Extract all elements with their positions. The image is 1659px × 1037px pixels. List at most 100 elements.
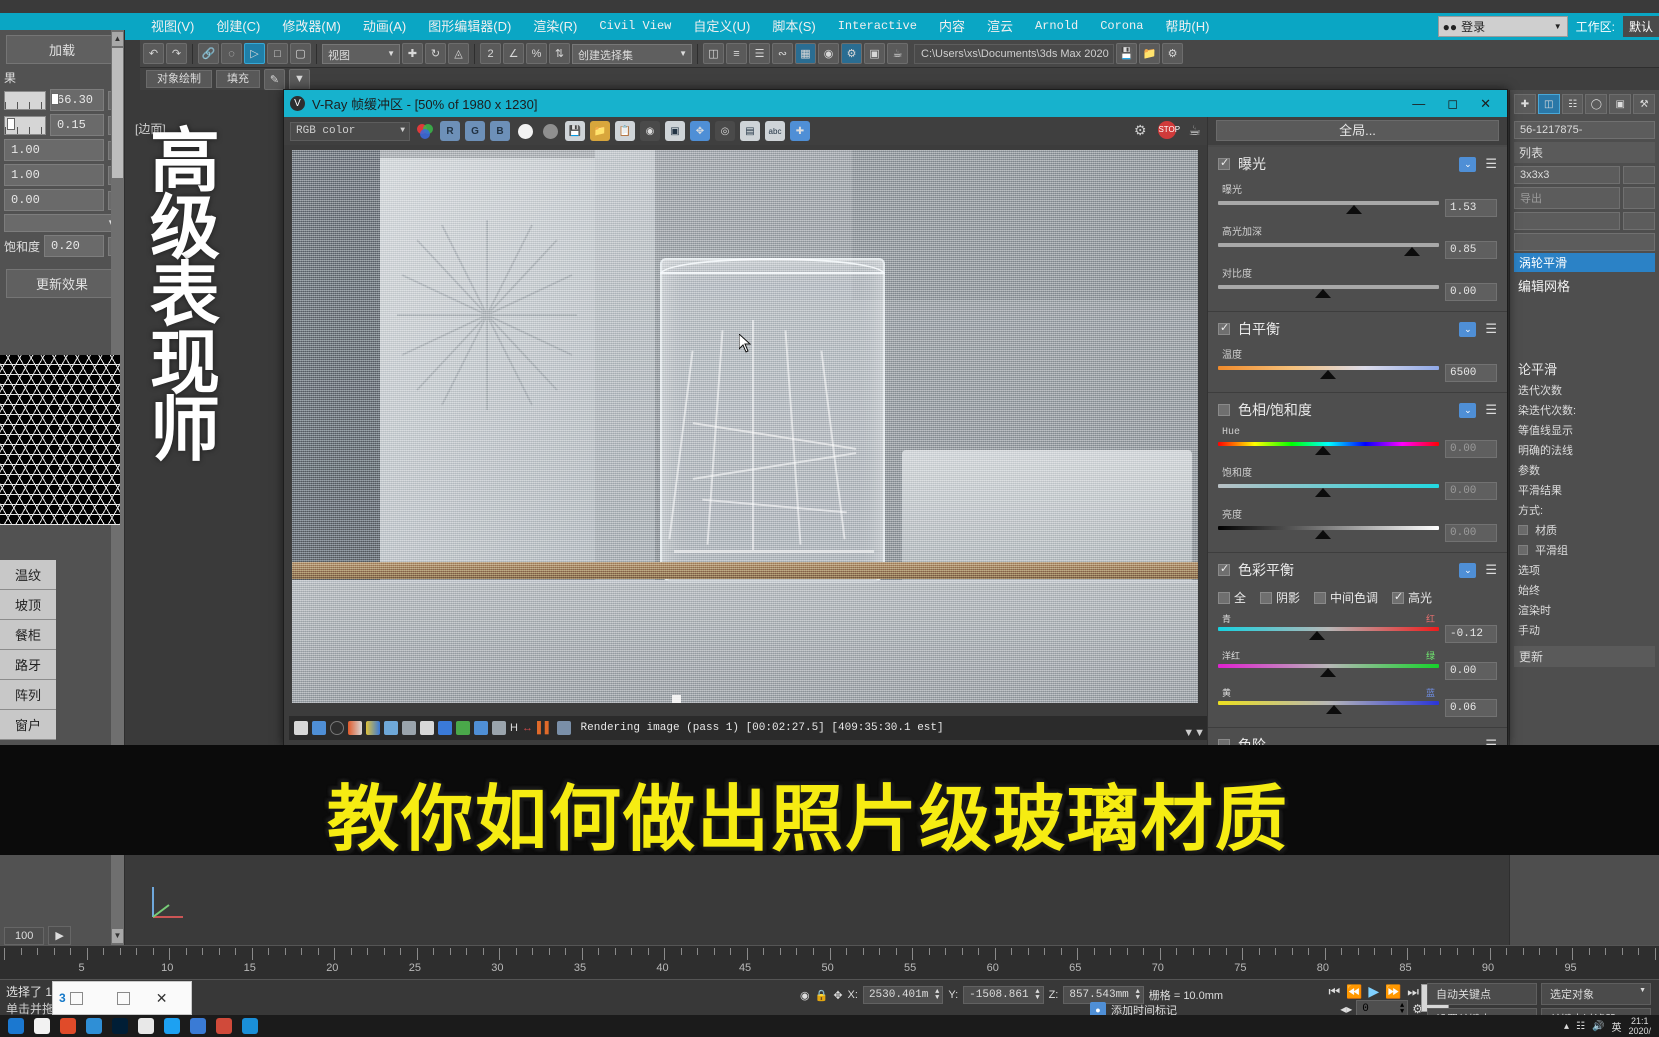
status-green-icon[interactable]: [456, 721, 470, 735]
slider-hue[interactable]: [1218, 441, 1439, 457]
value-highlight-burn[interactable]: 0.85: [1445, 241, 1497, 259]
select-object-icon[interactable]: ▷: [244, 43, 265, 64]
tab-modify[interactable]: ◫: [1537, 94, 1560, 114]
render-production-icon[interactable]: ☕: [887, 43, 908, 64]
rp-row-manual[interactable]: 手动: [1510, 620, 1659, 640]
spinner-arrows-y[interactable]: ▲ ▼: [1035, 989, 1039, 1002]
chevron-double-down-icon[interactable]: ⌄: [1459, 402, 1477, 418]
mini-window-maximize-icon[interactable]: [116, 991, 130, 1005]
menu-item-animation[interactable]: 动画(A): [352, 13, 417, 40]
taskbar-chrome-icon[interactable]: [138, 1018, 154, 1034]
fill-label[interactable]: 填充: [216, 70, 260, 88]
hamburger-menu-icon[interactable]: ☰: [1485, 156, 1497, 172]
checkbox-smoothing-groups[interactable]: [1518, 545, 1528, 555]
status-h-icon[interactable]: H: [510, 722, 518, 734]
material-preview-thumbnail[interactable]: [0, 355, 120, 525]
snap-toggle-icon[interactable]: 2: [480, 43, 501, 64]
slider-highlight-burn[interactable]: [1218, 242, 1439, 258]
checkbox-mode-midtones[interactable]: [1314, 591, 1327, 604]
stamp-icon[interactable]: abc: [765, 121, 785, 141]
more-tools-icon[interactable]: ⚙: [1162, 43, 1183, 64]
grid-value-field[interactable]: 3x3x3: [1514, 166, 1620, 184]
modifier-item-3[interactable]: 路牙: [0, 650, 56, 680]
checkbox-mode-highlights[interactable]: [1392, 590, 1405, 604]
rp-row-render-time[interactable]: 渲染时: [1510, 600, 1659, 620]
render-setup-icon[interactable]: ⚙: [841, 43, 862, 64]
slider-knob[interactable]: [1315, 446, 1332, 455]
grid-extra-field[interactable]: [1623, 166, 1655, 184]
login-dropdown[interactable]: ●● 登录 ▼: [1437, 16, 1568, 37]
vray-frame-buffer-window[interactable]: V V-Ray 帧缓冲区 - [50% of 1980 x 1230] — ◻ …: [283, 89, 1508, 746]
chevron-down-icon[interactable]: ▼: [289, 68, 310, 90]
rp-row-always[interactable]: 始终: [1510, 580, 1659, 600]
param-slider-1[interactable]: [4, 90, 59, 110]
slider-magenta-green[interactable]: [1218, 663, 1439, 679]
status-histogram-icon[interactable]: [402, 721, 416, 735]
checkbox-white-balance[interactable]: [1218, 321, 1230, 335]
menu-item-scripting[interactable]: 脚本(S): [761, 13, 826, 40]
param-slider-2[interactable]: [4, 115, 46, 135]
hamburger-menu-icon[interactable]: ☰: [1485, 737, 1497, 745]
channel-dropdown[interactable]: RGB color ▼: [290, 121, 410, 141]
spinner-snap-icon[interactable]: ⇅: [549, 43, 570, 64]
next-frame-icon[interactable]: ⏩: [1385, 984, 1401, 1000]
slider-knob[interactable]: [1315, 488, 1332, 497]
checkbox-material[interactable]: [1518, 525, 1528, 535]
percent-snap-icon[interactable]: %: [526, 43, 547, 64]
checkbox-hue-saturation[interactable]: [1218, 404, 1230, 416]
scale-icon[interactable]: ◬: [448, 43, 469, 64]
param-value-4[interactable]: 1.00: [4, 164, 104, 186]
left-panel-dropdown[interactable]: ▼: [4, 214, 120, 232]
param-value-2[interactable]: 0.15: [50, 114, 104, 136]
modifier-item-0[interactable]: 温纹: [0, 560, 56, 590]
undo-icon[interactable]: ↶: [143, 43, 164, 64]
taskbar-start-icon[interactable]: [8, 1018, 24, 1034]
slider-lightness[interactable]: [1218, 525, 1439, 541]
rp-row-isoline-display[interactable]: 等值线显示: [1510, 420, 1659, 440]
value-hue[interactable]: 0.00: [1445, 440, 1497, 458]
value-cyan-red[interactable]: -0.12: [1445, 625, 1497, 643]
rp-row-smooth-result[interactable]: 平滑结果: [1510, 480, 1659, 500]
chevron-double-down-icon[interactable]: ⌄: [1459, 562, 1477, 578]
status-bars-icon[interactable]: ▌▌: [537, 722, 553, 734]
project-path-field[interactable]: C:\Users\xs\Documents\3ds Max 2020: [914, 43, 1114, 64]
param-value-3[interactable]: 1.00: [4, 139, 104, 161]
checkbox-mode-all[interactable]: [1218, 591, 1230, 604]
align-icon[interactable]: ≡: [726, 43, 747, 64]
menu-item-create[interactable]: 创建(C): [205, 13, 271, 40]
red-channel-button[interactable]: R: [440, 121, 460, 141]
rp-row-iterations[interactable]: 迭代次数: [1510, 380, 1659, 400]
stop-render-icon[interactable]: STOP: [1158, 121, 1180, 139]
menu-item-content[interactable]: 内容: [928, 13, 976, 40]
status-expand-icon[interactable]: ▼▼: [1183, 727, 1205, 739]
spinner-arrows-x[interactable]: ▲ ▼: [935, 989, 939, 1002]
key-mode-icon[interactable]: ◂▸: [1340, 1002, 1352, 1016]
slider-knob[interactable]: [1308, 631, 1325, 640]
move-region-icon[interactable]: ✚: [790, 121, 810, 141]
taskbar-max-icon[interactable]: [242, 1018, 258, 1034]
blank-field-1[interactable]: [1514, 212, 1620, 230]
status-info-icon[interactable]: [330, 721, 344, 735]
menu-item-corona[interactable]: Corona: [1089, 13, 1154, 40]
menu-item-help[interactable]: 帮助(H): [1154, 13, 1220, 40]
slider-knob[interactable]: [1315, 530, 1332, 539]
export-button[interactable]: 导出: [1514, 187, 1620, 209]
status-blue-icon[interactable]: [474, 721, 488, 735]
slider-knob[interactable]: [1315, 289, 1332, 298]
redo-icon[interactable]: ↷: [166, 43, 187, 64]
slider-yellow-blue[interactable]: [1218, 700, 1439, 716]
hamburger-menu-icon[interactable]: ☰: [1485, 562, 1497, 578]
checkbox-exposure[interactable]: [1218, 156, 1230, 170]
maximize-icon[interactable]: ◻: [1447, 96, 1458, 112]
export-extra-field[interactable]: [1623, 187, 1655, 209]
slider-knob[interactable]: [51, 92, 59, 105]
frame-number-field[interactable]: 100: [4, 926, 45, 945]
color-channels-icon[interactable]: [415, 121, 435, 141]
menu-item-graph-editors[interactable]: 图形编辑器(D): [417, 13, 522, 40]
tray-network-icon[interactable]: ☷: [1576, 1021, 1585, 1032]
blue-channel-button[interactable]: B: [490, 121, 510, 141]
render-frame-window-icon[interactable]: ▣: [864, 43, 885, 64]
update-effect-button[interactable]: 更新效果: [6, 269, 118, 298]
select-name-icon[interactable]: ▢: [290, 43, 311, 64]
schematic-view-icon[interactable]: ▦: [795, 43, 816, 64]
